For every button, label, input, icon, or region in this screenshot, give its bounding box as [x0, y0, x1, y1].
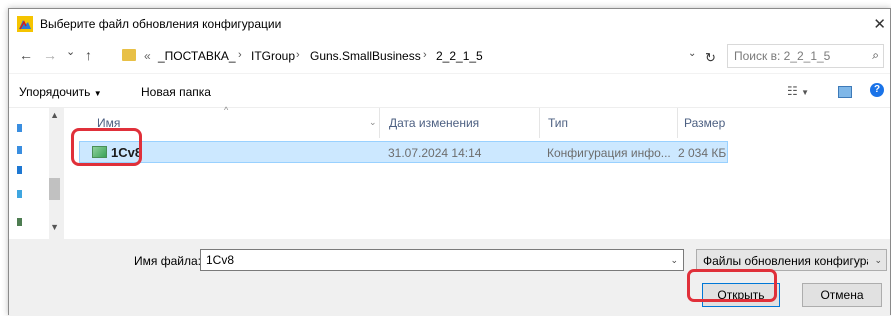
file-name-label: Имя файла:	[134, 254, 201, 268]
file-date: 31.07.2024 14:14	[388, 146, 482, 160]
command-toolbar: Упорядочить ▼ Новая папка ☷ ▼ ?	[9, 73, 890, 108]
address-bar[interactable]: « _ПОСТАВКА_ › ITGroup › Guns.SmallBusin…	[117, 44, 709, 69]
folder-icon	[122, 49, 136, 61]
nav-item-icon[interactable]	[17, 190, 22, 198]
preview-pane-icon[interactable]	[838, 86, 852, 98]
nav-item-icon[interactable]	[17, 218, 22, 226]
nav-scrollbar[interactable]: ▲ ▼	[49, 108, 64, 240]
refresh-icon[interactable]: ↻	[705, 50, 716, 66]
path-separator: ›	[423, 49, 427, 61]
recent-locations-icon[interactable]: ⌄	[66, 45, 75, 58]
chevron-down-icon[interactable]: ⌄	[670, 255, 678, 266]
file-update-icon	[17, 16, 33, 32]
breadcrumb-itgroup[interactable]: ITGroup	[251, 49, 295, 63]
column-divider[interactable]	[677, 108, 678, 138]
path-overflow[interactable]: «	[144, 49, 151, 63]
column-size[interactable]: Размер	[684, 116, 725, 130]
scroll-down-icon[interactable]: ▼	[50, 222, 59, 232]
scroll-up-icon[interactable]: ▲	[50, 110, 59, 120]
navigation-bar: ← → ⌄ ↑ « _ПОСТАВКА_ › ITGroup › Guns.Sm…	[9, 39, 890, 73]
back-icon[interactable]: ←	[19, 47, 33, 63]
browser-area: ▲ ▼ Имя ^ ⌄ Дата изменения Тип Размер 1C…	[9, 105, 891, 240]
title-bar: Выберите файл обновления конфигурации ✕	[9, 9, 890, 39]
close-icon[interactable]: ✕	[873, 15, 886, 33]
file-list: Имя ^ ⌄ Дата изменения Тип Размер 1Cv8 3…	[79, 105, 891, 240]
highlight-open-annotation	[687, 269, 777, 302]
file-row[interactable]: 1Cv8 31.07.2024 14:14 Конфигурация инфо.…	[79, 141, 728, 163]
path-separator: ›	[296, 49, 300, 61]
address-dropdown-icon[interactable]: ⌄	[688, 48, 696, 59]
column-divider[interactable]	[379, 108, 380, 138]
forward-icon[interactable]: →	[43, 47, 57, 63]
nav-item-icon[interactable]	[17, 146, 22, 154]
up-folder-icon[interactable]: ↑	[85, 47, 92, 63]
nav-item-icon[interactable]	[17, 124, 22, 132]
cancel-button[interactable]: Отмена	[802, 283, 882, 307]
file-type-filter-value: Файлы обновления конфигура	[703, 254, 868, 268]
breadcrumb-postavka[interactable]: _ПОСТАВКА_	[158, 49, 236, 63]
scroll-thumb[interactable]	[49, 178, 60, 200]
sort-up-icon: ^	[224, 105, 229, 115]
navigation-pane[interactable]: ▲ ▼	[9, 108, 66, 240]
breadcrumb-current-folder[interactable]: 2_2_1_5	[436, 49, 483, 63]
search-placeholder: Поиск в: 2_2_1_5	[734, 49, 831, 63]
file-size: 2 034 КБ	[678, 146, 727, 160]
breadcrumb-guns-smallbusiness[interactable]: Guns.SmallBusiness	[310, 49, 421, 63]
dialog-title: Выберите файл обновления конфигурации	[40, 17, 282, 31]
column-date[interactable]: Дата изменения	[389, 116, 479, 130]
search-icon[interactable]: ⌕	[872, 48, 879, 63]
chevron-down-icon: ▼	[93, 89, 102, 98]
search-input[interactable]: Поиск в: 2_2_1_5 ⌕	[727, 44, 884, 68]
column-filter-icon[interactable]: ⌄	[369, 117, 377, 128]
chevron-down-icon[interactable]: ⌄	[874, 255, 882, 266]
view-options-icon[interactable]: ☷ ▼	[787, 84, 809, 98]
highlight-file-annotation	[71, 128, 142, 166]
organize-button[interactable]: Упорядочить ▼	[19, 85, 102, 99]
column-type[interactable]: Тип	[548, 116, 568, 130]
column-divider[interactable]	[539, 108, 540, 138]
file-type: Конфигурация инфо...	[547, 146, 671, 160]
new-folder-button[interactable]: Новая папка	[141, 85, 211, 99]
file-type-filter[interactable]: Файлы обновления конфигура ⌄	[696, 249, 887, 271]
organize-label: Упорядочить	[19, 85, 91, 99]
search-area: ↻ Поиск в: 2_2_1_5 ⌕	[697, 44, 887, 68]
nav-item-icon[interactable]	[17, 166, 22, 174]
file-name-field[interactable]: 1Cv8 ⌄	[200, 249, 684, 271]
file-name-value: 1Cv8	[206, 253, 235, 267]
path-separator: ›	[238, 49, 242, 61]
help-icon[interactable]: ?	[870, 83, 884, 97]
